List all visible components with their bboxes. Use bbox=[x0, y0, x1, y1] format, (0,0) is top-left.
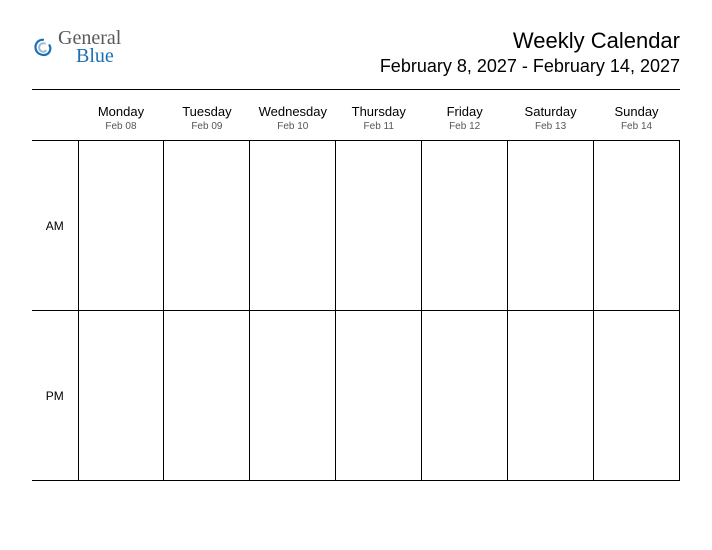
cell-am-friday bbox=[422, 141, 508, 311]
brand-logo: General Blue bbox=[32, 28, 121, 67]
cell-am-tuesday bbox=[164, 141, 250, 311]
page-title: Weekly Calendar bbox=[380, 28, 680, 54]
cell-pm-sunday bbox=[594, 311, 680, 481]
cell-pm-monday bbox=[78, 311, 164, 481]
day-header-sunday: Sunday Feb 14 bbox=[594, 100, 680, 141]
day-name: Monday bbox=[78, 104, 164, 119]
day-name: Friday bbox=[422, 104, 508, 119]
day-date: Feb 12 bbox=[422, 121, 508, 132]
header-divider bbox=[32, 89, 680, 90]
pm-row: PM bbox=[32, 311, 680, 481]
day-header-wednesday: Wednesday Feb 10 bbox=[250, 100, 336, 141]
pm-label: PM bbox=[32, 311, 78, 481]
day-header-friday: Friday Feb 12 bbox=[422, 100, 508, 141]
day-date: Feb 14 bbox=[594, 121, 680, 132]
am-row: AM bbox=[32, 141, 680, 311]
cell-am-monday bbox=[78, 141, 164, 311]
cell-am-sunday bbox=[594, 141, 680, 311]
cell-pm-wednesday bbox=[250, 311, 336, 481]
day-date: Feb 08 bbox=[78, 121, 164, 132]
day-date: Feb 13 bbox=[508, 121, 594, 132]
cell-pm-saturday bbox=[508, 311, 594, 481]
day-name: Tuesday bbox=[164, 104, 250, 119]
date-range: February 8, 2027 - February 14, 2027 bbox=[380, 56, 680, 77]
day-header-thursday: Thursday Feb 11 bbox=[336, 100, 422, 141]
title-block: Weekly Calendar February 8, 2027 - Febru… bbox=[380, 28, 680, 77]
day-header-tuesday: Tuesday Feb 09 bbox=[164, 100, 250, 141]
day-name: Wednesday bbox=[250, 104, 336, 119]
corner-cell bbox=[32, 100, 78, 141]
cell-am-wednesday bbox=[250, 141, 336, 311]
day-header-saturday: Saturday Feb 13 bbox=[508, 100, 594, 141]
day-header-monday: Monday Feb 08 bbox=[78, 100, 164, 141]
swirl-icon bbox=[32, 37, 54, 59]
cell-pm-thursday bbox=[336, 311, 422, 481]
day-date: Feb 10 bbox=[250, 121, 336, 132]
day-name: Sunday bbox=[594, 104, 680, 119]
calendar-grid: Monday Feb 08 Tuesday Feb 09 Wednesday F… bbox=[32, 100, 680, 481]
day-name: Thursday bbox=[336, 104, 422, 119]
am-label: AM bbox=[32, 141, 78, 311]
cell-pm-friday bbox=[422, 311, 508, 481]
header: General Blue Weekly Calendar February 8,… bbox=[32, 28, 680, 77]
cell-am-saturday bbox=[508, 141, 594, 311]
cell-am-thursday bbox=[336, 141, 422, 311]
day-name: Saturday bbox=[508, 104, 594, 119]
day-date: Feb 11 bbox=[336, 121, 422, 132]
day-date: Feb 09 bbox=[164, 121, 250, 132]
day-header-row: Monday Feb 08 Tuesday Feb 09 Wednesday F… bbox=[32, 100, 680, 141]
cell-pm-tuesday bbox=[164, 311, 250, 481]
logo-text-blue: Blue bbox=[76, 46, 121, 67]
